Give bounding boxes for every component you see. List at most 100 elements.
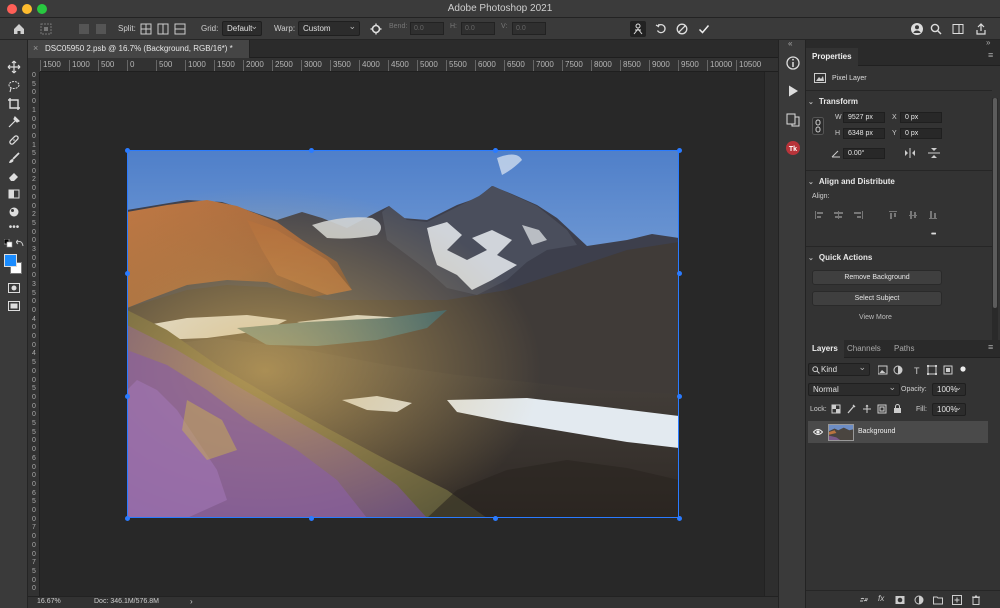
- opacity-input[interactable]: 100%: [932, 382, 966, 396]
- horizontal-ruler[interactable]: 1500 1000 500 0 500 1000 1500 2000 2500 3000 3500 4…: [40, 58, 778, 72]
- close-tab-icon[interactable]: ×: [33, 43, 38, 53]
- y-input[interactable]: 0 px: [900, 128, 942, 139]
- zoom-level[interactable]: 16.67%: [37, 598, 61, 605]
- split-horizontal-icon[interactable]: [174, 23, 186, 35]
- reset-icon[interactable]: [655, 23, 667, 35]
- properties-menu-icon[interactable]: ≡: [988, 50, 993, 60]
- bend-input[interactable]: 0.0: [410, 22, 444, 35]
- transform-handle-bottom-left[interactable]: [125, 516, 130, 521]
- commit-transform-icon[interactable]: [698, 23, 710, 35]
- warp-grid-icon[interactable]: [78, 23, 90, 35]
- collapse-panels-icon[interactable]: »: [986, 38, 990, 47]
- gradient-tool-icon[interactable]: [7, 187, 21, 201]
- remove-background-button[interactable]: Remove Background: [812, 270, 942, 285]
- puppet-warp-icon[interactable]: [630, 21, 646, 37]
- properties-scrollbar[interactable]: [992, 98, 998, 358]
- smudge-tool-icon[interactable]: [7, 205, 21, 219]
- screen-mode-icon[interactable]: [7, 299, 21, 313]
- transform-handle-right-1[interactable]: [677, 271, 682, 276]
- default-colors-icon[interactable]: [4, 239, 14, 249]
- transform-handle-bottom-1[interactable]: [309, 516, 314, 521]
- fill-input[interactable]: 100%: [932, 402, 966, 416]
- transform-handle-top-left[interactable]: [125, 148, 130, 153]
- crop-tool-icon[interactable]: [7, 97, 21, 111]
- grid-dropdown[interactable]: Default: [222, 20, 262, 36]
- delete-layer-icon[interactable]: [971, 595, 981, 605]
- align-distribute-section-header[interactable]: ⌄ Align and Distribute: [808, 177, 895, 186]
- flip-horizontal-icon[interactable]: [904, 148, 916, 158]
- move-tool-icon[interactable]: [7, 60, 21, 74]
- lasso-tool-icon[interactable]: [7, 79, 21, 93]
- view-more-link[interactable]: View More: [859, 314, 892, 321]
- search-icon[interactable]: [930, 23, 942, 35]
- eyedropper-tool-icon[interactable]: [7, 115, 21, 129]
- adjustment-layer-icon[interactable]: [914, 595, 924, 605]
- tk-plugin-icon[interactable]: Tk: [785, 140, 801, 156]
- quick-mask-icon[interactable]: [7, 281, 21, 295]
- workspace-icon[interactable]: [952, 23, 964, 35]
- width-input[interactable]: 9527 px: [843, 112, 885, 123]
- share-icon[interactable]: [975, 23, 987, 35]
- warp-grid-alt-icon[interactable]: [95, 23, 107, 35]
- flip-vertical-icon[interactable]: [928, 148, 940, 158]
- warp-dropdown[interactable]: Custom: [298, 20, 360, 36]
- link-layers-icon[interactable]: [859, 595, 869, 605]
- user-account-icon[interactable]: [910, 22, 924, 36]
- transform-handle-top-2[interactable]: [493, 148, 498, 153]
- foreground-color-swatch[interactable]: [4, 254, 17, 267]
- more-tools-icon[interactable]: •••: [7, 223, 21, 237]
- layer-row-background[interactable]: Background: [808, 421, 988, 443]
- add-mask-icon[interactable]: [895, 595, 905, 605]
- transform-handle-right-2[interactable]: [677, 394, 682, 399]
- actions-play-icon[interactable]: [785, 83, 801, 99]
- cancel-transform-icon[interactable]: [676, 23, 688, 35]
- new-layer-icon[interactable]: [952, 595, 962, 605]
- collapse-dock-icon[interactable]: «: [788, 39, 792, 48]
- transform-handle-left-2[interactable]: [125, 394, 130, 399]
- transform-handle-bottom-2[interactable]: [493, 516, 498, 521]
- ruler-origin[interactable]: [28, 58, 40, 72]
- transform-handle-top-1[interactable]: [309, 148, 314, 153]
- blend-mode-dropdown[interactable]: Normal: [808, 382, 900, 396]
- h-distort-input[interactable]: 0.0: [461, 22, 495, 35]
- home-icon[interactable]: [12, 22, 26, 36]
- link-dimensions-icon[interactable]: [812, 117, 824, 135]
- transform-handle-top-right[interactable]: [677, 148, 682, 153]
- vertical-ruler[interactable]: 0500100015002000250030003500400045005000…: [28, 72, 40, 596]
- tab-channels[interactable]: Channels: [841, 340, 887, 358]
- visibility-eye-icon[interactable]: [813, 427, 823, 437]
- layers-menu-icon[interactable]: ≡: [988, 342, 993, 352]
- properties-scroll-thumb[interactable]: [993, 98, 997, 308]
- info-panel-icon[interactable]: [785, 55, 801, 71]
- x-input[interactable]: 0 px: [900, 112, 942, 123]
- split-vertical-icon[interactable]: [157, 23, 169, 35]
- status-menu-arrow[interactable]: ›: [190, 597, 193, 606]
- transform-bounding-box[interactable]: [127, 150, 679, 518]
- document-tab[interactable]: × DSC05950 2.psb @ 16.7% (Background, RG…: [28, 40, 250, 58]
- canvas-vertical-scrollbar[interactable]: [764, 72, 778, 596]
- new-group-icon[interactable]: [933, 595, 943, 605]
- transform-section-header[interactable]: ⌄ Transform: [808, 97, 858, 106]
- select-subject-button[interactable]: Select Subject: [812, 291, 942, 306]
- history-panel-icon[interactable]: [785, 112, 801, 128]
- brush-tool-icon[interactable]: [7, 151, 21, 165]
- tab-properties[interactable]: Properties: [806, 48, 858, 66]
- v-distort-input[interactable]: 0.0: [512, 22, 546, 35]
- angle-input[interactable]: 0.00°: [843, 148, 885, 159]
- healing-brush-tool-icon[interactable]: [7, 133, 21, 147]
- align-more-icon[interactable]: •••: [931, 231, 936, 238]
- transform-handle-left-1[interactable]: [125, 271, 130, 276]
- eraser-tool-icon[interactable]: [7, 169, 21, 183]
- swap-colors-icon[interactable]: [16, 239, 25, 248]
- tab-paths[interactable]: Paths: [888, 340, 920, 358]
- warp-orientation-gear-icon[interactable]: [370, 23, 382, 35]
- lock-options-icons[interactable]: [831, 404, 903, 414]
- properties-tab-bar: Properties ≡: [806, 48, 1000, 66]
- quick-actions-section-header[interactable]: ⌄ Quick Actions: [808, 253, 872, 262]
- tab-layers[interactable]: Layers: [806, 340, 844, 358]
- height-input[interactable]: 6348 px: [843, 128, 885, 139]
- transform-mode-icon[interactable]: [40, 23, 52, 35]
- layer-effects-icon[interactable]: fx: [878, 594, 884, 603]
- transform-handle-bottom-right[interactable]: [677, 516, 682, 521]
- split-cross-icon[interactable]: [140, 23, 152, 35]
